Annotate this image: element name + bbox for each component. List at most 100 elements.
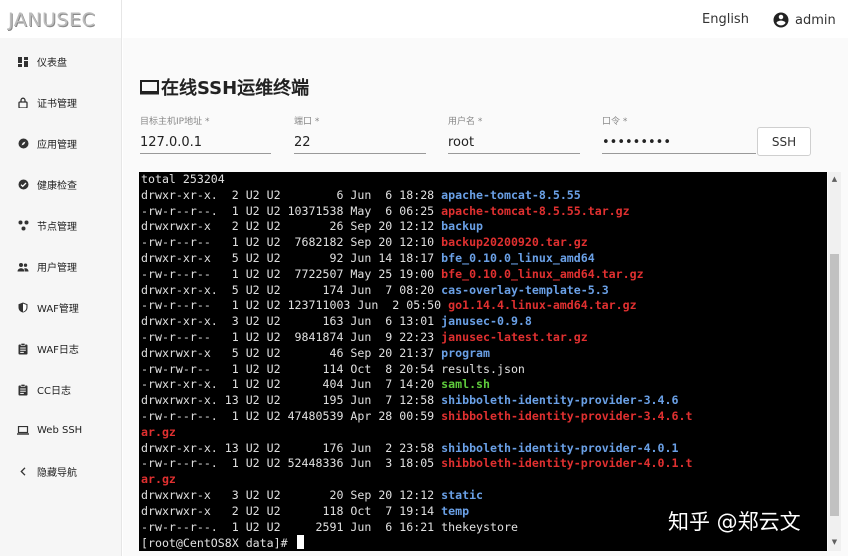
terminal-line-filename: backup20200920.tar.gz (441, 235, 588, 250)
terminal-line-filename: cas-overlay-template-5.3 (441, 282, 609, 297)
terminal-line-filename: janusec-latest.tar.gz (441, 329, 588, 344)
sidebar-item-label: 健康检查 (37, 181, 77, 192)
terminal-line: -rw-r--r--. 1 U2 U2 47480539 Apr 28 00:5… (141, 409, 811, 425)
terminal-line-filename: shibboleth-identity-provider-3.4.6 (441, 393, 679, 408)
terminal-line: drwxrwxr-x. 13 U2 U2 195 Jun 7 12:58 shi… (141, 393, 811, 409)
sidebar-item-web-ssh[interactable]: Web SSH (0, 410, 122, 451)
terminal-cursor (296, 535, 304, 550)
terminal-line-meta: drwxrwxr-x 2 U2 U2 26 Sep 20 12:12 (141, 219, 442, 234)
terminal-line-meta: drwxrwxr-x 2 U2 U2 118 Oct 7 19:14 (141, 503, 442, 518)
terminal-line-meta: total 253204 (141, 172, 225, 186)
terminal-line-filename: temp (441, 503, 470, 518)
terminal-line-meta: drwxr-xr-x. 5 U2 U2 174 Jun 7 08:20 (141, 282, 442, 297)
ssh-connect-button[interactable]: SSH (757, 127, 811, 156)
terminal-line: -rw-rw-r-- 1 U2 U2 114 Oct 8 20:54 resul… (141, 362, 811, 378)
terminal-line: drwxr-xr-x. 5 U2 U2 174 Jun 7 08:20 cas-… (141, 283, 811, 299)
terminal-line: -rw-r--r--. 1 U2 U2 10371538 May 6 06:25… (141, 204, 811, 220)
sidebar-item-applications[interactable]: 应用管理 (0, 123, 122, 164)
watermark: 知乎 @郑云文 (668, 510, 801, 534)
password-input[interactable] (602, 135, 756, 150)
terminal-line-filename: janusec-0.9.8 (441, 314, 532, 329)
nodes-icon (17, 220, 29, 232)
scroll-down-arrow-icon[interactable]: ▼ (830, 538, 839, 547)
sidebar-item-waf-logs[interactable]: WAF日志 (0, 328, 122, 369)
sidebar-item-label: 用户管理 (37, 263, 77, 274)
terminal-line: drwxr-xr-x. 3 U2 U2 163 Jun 6 13:01 janu… (141, 314, 811, 330)
username-field: 用户名 * (448, 114, 580, 154)
user-menu[interactable]: admin (772, 11, 836, 29)
terminal-line: drwxrwxr-x 5 U2 U2 46 Sep 20 21:37 progr… (141, 346, 811, 362)
terminal-line-filename: ar.gz (141, 472, 176, 487)
terminal-line: total 253204 (141, 172, 811, 188)
terminal-line-filename: bfe_0.10.0_linux_amd64 (441, 250, 595, 265)
terminal-line-meta: drwxr-xr-x. 2 U2 U2 6 Jun 6 18:28 (141, 187, 442, 202)
page-title: 在线SSH运维终端 (140, 74, 309, 100)
terminal-line-filename: go1.14.4.linux-amd64.tar.gz (448, 298, 637, 313)
scroll-up-arrow-icon[interactable]: ▲ (830, 175, 839, 184)
terminal-line: -rw-r--r-- 1 U2 U2 7682182 Sep 20 12:10 … (141, 235, 811, 251)
terminal-line-filename: apache-tomcat-8.5.55.tar.gz (441, 203, 630, 218)
terminal-line: ar.gz (141, 425, 811, 441)
lock-icon (17, 97, 29, 109)
sidebar-item-label: 仪表盘 (37, 58, 67, 69)
app-logo[interactable]: JANUSEC (0, 0, 122, 38)
terminal-line: -rwxr-xr-x. 1 U2 U2 404 Jun 7 14:20 saml… (141, 377, 811, 393)
dashboard-icon (17, 56, 29, 68)
terminal-line-meta: -rw-r--r--. 1 U2 U2 2591 Jun 6 16:21 (141, 519, 442, 534)
terminal-line-filename: results.json (441, 361, 525, 376)
terminal-line-meta: -rw-r--r-- 1 U2 U2 7722507 May 25 19:00 (141, 266, 442, 281)
sidebar-item-certificates[interactable]: 证书管理 (0, 82, 122, 123)
terminal-line-filename: ar.gz (141, 424, 176, 439)
terminal-line-filename: backup (441, 219, 484, 234)
terminal-scrollbar[interactable]: ▲ ▼ (828, 172, 841, 551)
port-input[interactable] (294, 135, 426, 150)
terminal-line: drwxr-xr-x. 2 U2 U2 6 Jun 6 18:28 apache… (141, 188, 811, 204)
terminal-prompt-line[interactable]: [root@CentOS8X data]# (141, 535, 811, 551)
sidebar-item-waf-management[interactable]: WAF管理 (0, 287, 122, 328)
top-bar: JANUSEC English admin (0, 0, 848, 38)
laptop-icon (17, 425, 29, 437)
terminal-line-meta: drwxr-xr-x. 3 U2 U2 163 Jun 6 13:01 (141, 314, 442, 329)
host-field: 目标主机IP地址 * (140, 114, 271, 154)
username-input[interactable] (448, 135, 580, 150)
username-label: 用户名 * (448, 117, 483, 127)
host-input[interactable] (140, 135, 271, 150)
terminal-line-meta: -rw-r--r-- 1 U2 U2 7682182 Sep 20 12:10 (141, 235, 442, 250)
clipboard-icon (17, 342, 29, 355)
monitor-icon (140, 79, 159, 94)
terminal[interactable]: total 253204 drwxr-xr-x. 2 U2 U2 6 Jun 6 … (139, 172, 827, 551)
sidebar-item-hide-nav[interactable]: 隐藏导航 (0, 451, 122, 492)
page-title-text: 在线SSH运维终端 (161, 78, 310, 99)
terminal-line-meta: drwxrwxr-x. 13 U2 U2 195 Jun 7 12:58 (141, 393, 442, 408)
account-circle-icon (773, 12, 789, 28)
language-selector[interactable]: English (702, 12, 749, 27)
terminal-line: drwxrwxr-x 3 U2 U2 20 Sep 20 12:12 stati… (141, 488, 811, 504)
terminal-line-meta: -rw-r--r-- 1 U2 U2 123711003 Jun 2 05:50 (141, 298, 449, 313)
sidebar-item-label: WAF管理 (37, 304, 79, 315)
terminal-line-filename: bfe_0.10.0_linux_amd64.tar.gz (441, 266, 644, 281)
sidebar-item-health-check[interactable]: 健康检查 (0, 164, 122, 205)
sidebar-item-label: WAF日志 (37, 345, 79, 356)
terminal-line: drwxr-xr-x. 13 U2 U2 176 Jun 2 23:58 shi… (141, 441, 811, 457)
sidebar-item-dashboard[interactable]: 仪表盘 (0, 41, 122, 82)
sidebar-item-label: 应用管理 (37, 140, 77, 151)
sidebar-item-nodes[interactable]: 节点管理 (0, 205, 122, 246)
sidebar-item-cc-logs[interactable]: CC日志 (0, 369, 122, 410)
terminal-line-meta: -rw-rw-r-- 1 U2 U2 114 Oct 8 20:54 (141, 361, 442, 376)
terminal-line-filename: thekeystore (441, 519, 518, 534)
sidebar-item-users[interactable]: 用户管理 (0, 246, 122, 287)
terminal-line: -rw-r--r-- 1 U2 U2 123711003 Jun 2 05:50… (141, 298, 811, 314)
terminal-line-filename: program (441, 345, 491, 360)
terminal-line-filename: saml.sh (441, 377, 491, 392)
clipboard-icon (17, 383, 29, 396)
users-icon (17, 261, 29, 273)
terminal-line-filename: shibboleth-identity-provider-3.4.6.t (441, 408, 693, 423)
scrollbar-thumb[interactable] (830, 254, 839, 516)
compass-icon (17, 138, 29, 150)
terminal-prompt: [root@CentOS8X data]# (141, 536, 295, 551)
terminal-line-meta: drwxr-xr-x 5 U2 U2 92 Jun 14 18:17 (141, 250, 442, 265)
terminal-line-meta: -rwxr-xr-x. 1 U2 U2 404 Jun 7 14:20 (141, 377, 442, 392)
terminal-line: -rw-r--r-- 1 U2 U2 7722507 May 25 19:00 … (141, 267, 811, 283)
chevron-left-icon (17, 466, 29, 478)
shield-icon (17, 302, 29, 314)
